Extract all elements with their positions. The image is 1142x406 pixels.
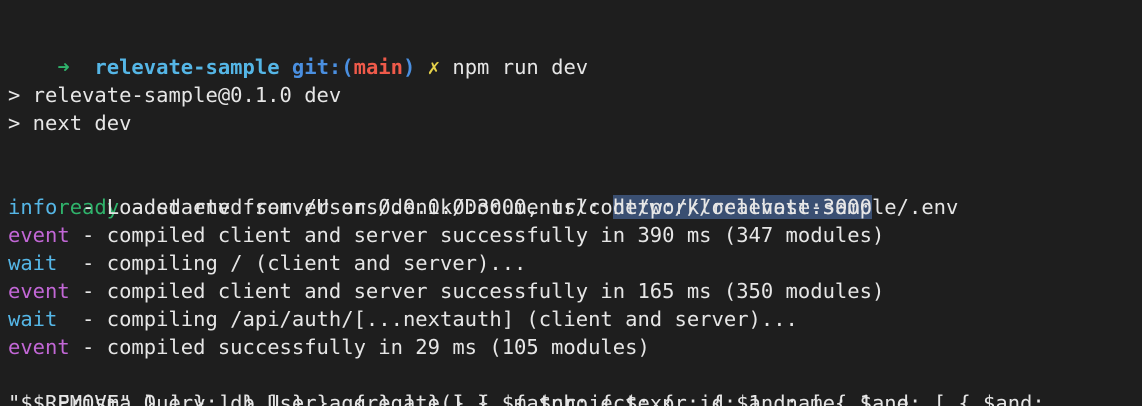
git-suffix: ) [402,55,416,79]
prompt-command: npm run dev [452,55,589,79]
log-line: wait - compiling / (client and server)..… [8,249,526,277]
log-text: - compiled client and server successfull… [69,223,885,247]
prompt-arrow-icon: ➜ [57,55,70,79]
log-tag: event [8,279,70,303]
log-line-ready: ready - started server on 0.0.0.0:3000, … [8,165,872,219]
log-line: event - compiled successfully in 29 ms (… [8,333,650,361]
prompt-directory: relevate-sample [94,55,280,79]
prisma-query-line: Prisma Query: db.User.aggregate([ { $mat… [8,361,1057,406]
log-tag: wait [8,251,70,275]
log-line: event - compiled client and server succe… [8,221,884,249]
log-line: wait - compiling /api/auth/[...nextauth]… [8,305,798,333]
terminal-window[interactable]: ➜ relevate-sample git:(main) ✗ npm run d… [0,0,1142,406]
log-line: info - Loaded env from /Users/denik/Docu… [8,193,958,221]
log-text: - compiling /api/auth/[...nextauth] (cli… [69,307,798,331]
log-tag: wait [8,307,70,331]
script-line-2: > next dev [8,111,132,135]
log-tag: info [8,195,70,219]
git-dirty-icon: ✗ [427,55,441,79]
log-text: - compiled client and server successfull… [69,279,885,303]
prisma-query-continuation: "$$REMOVE" } ] } ] } ] } }, { } ] } } },… [8,391,909,406]
log-tag: event [8,223,70,247]
script-line-1: > relevate-sample@0.1.0 dev [8,83,342,107]
log-line: event - compiled client and server succe… [8,277,884,305]
log-text: - compiling / (client and server)... [69,251,527,275]
log-tag: event [8,335,70,359]
git-prefix: git:( [291,55,354,79]
git-branch: main [353,55,403,79]
shell-prompt: ➜ relevate-sample git:(main) ✗ npm run d… [8,25,588,79]
log-text: - Loaded env from /Users/denik/Documents… [69,195,959,219]
log-text: - compiled successfully in 29 ms (105 mo… [69,335,650,359]
